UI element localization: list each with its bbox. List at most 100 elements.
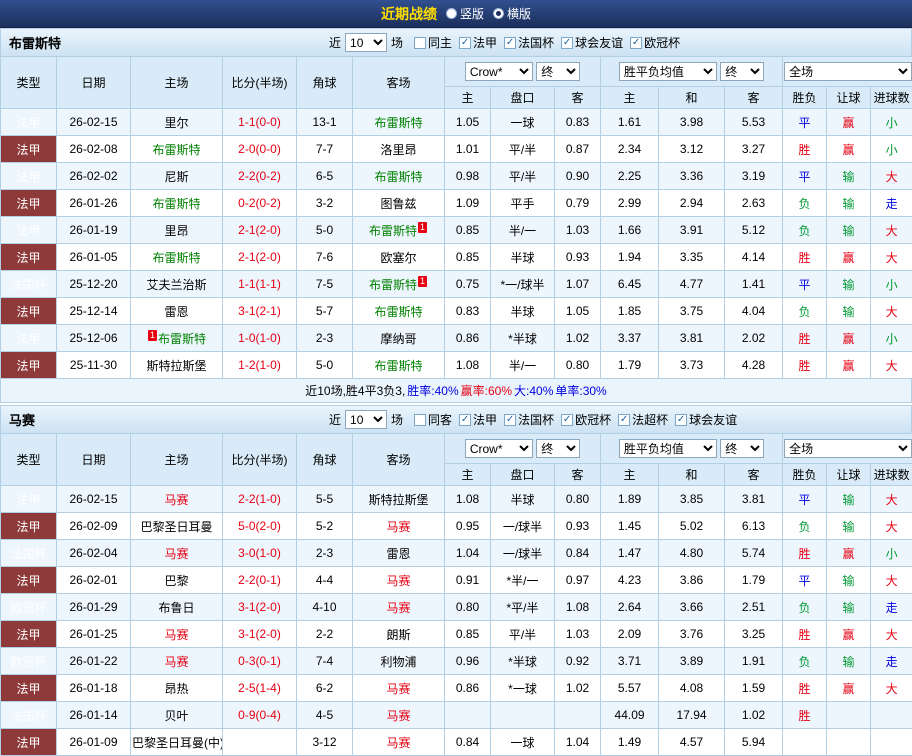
cell-date: 26-01-19 [57, 217, 131, 244]
filter-checkbox[interactable]: 欧冠杯 [561, 411, 611, 428]
home-team-link[interactable]: 布雷斯特 [158, 332, 206, 346]
cell-odds-away: 1.02 [555, 675, 601, 702]
away-team-link[interactable]: 布雷斯特 [374, 305, 422, 319]
cell-odds-handicap: 半/一 [491, 352, 555, 379]
avg-select[interactable]: 胜平负均值 [619, 439, 717, 458]
cell-home-team: 布雷斯特 [131, 190, 223, 217]
cell-odds-home: 0.85 [445, 621, 491, 648]
filter-label: 法甲 [473, 411, 497, 428]
home-team-link[interactable]: 布雷斯特 [152, 143, 200, 157]
home-team-link[interactable]: 艾夫兰治斯 [146, 278, 206, 292]
home-team-link[interactable]: 巴黎 [164, 574, 188, 588]
cell-score: 3-1(2-0) [223, 594, 297, 621]
cell-avg-draw: 3.73 [659, 352, 725, 379]
home-team-link[interactable]: 巴黎圣日耳曼 [140, 520, 212, 534]
filter-checkbox[interactable]: 球会友谊 [561, 34, 623, 51]
filter-checkbox[interactable]: 法甲 [459, 34, 497, 51]
cell-home-team: 昂热 [131, 675, 223, 702]
home-team-link[interactable]: 布鲁日 [158, 601, 194, 615]
cell-handicap-result: 输 [827, 513, 871, 540]
home-team-link[interactable]: 里昂 [164, 224, 188, 238]
match-row: 法甲 26-01-25 马赛 3-1(2-0) 2-2 朗斯 0.85 平/半 … [1, 621, 912, 648]
away-team-link[interactable]: 布雷斯特 [374, 359, 422, 373]
away-team-link[interactable]: 摩纳哥 [380, 332, 416, 346]
away-team-link[interactable]: 斯特拉斯堡 [368, 493, 428, 507]
view-mode-option[interactable]: 竖版 [446, 5, 484, 22]
away-team-link[interactable]: 马赛 [386, 709, 410, 723]
cell-handicap-result: 赢 [827, 621, 871, 648]
home-team-link[interactable]: 布雷斯特 [152, 197, 200, 211]
away-team-link[interactable]: 欧塞尔 [380, 251, 416, 265]
away-team-link[interactable]: 布雷斯特 [374, 170, 422, 184]
cell-score [223, 729, 297, 756]
home-team-link[interactable]: 马赛 [164, 547, 188, 561]
away-team-link[interactable]: 马赛 [386, 682, 410, 696]
avg-select[interactable]: 胜平负均值 [619, 62, 717, 81]
cell-avg-home: 2.99 [601, 190, 659, 217]
away-team-link[interactable]: 洛里昂 [380, 143, 416, 157]
home-team-link[interactable]: 雷恩 [164, 305, 188, 319]
scope-select[interactable]: 全场 [784, 62, 912, 81]
match-count-select[interactable]: 10 [345, 33, 387, 52]
cell-score: 0-3(0-1) [223, 648, 297, 675]
bookmaker-select[interactable]: Crow* [465, 62, 533, 81]
cell-competition-type: 法国杯 [1, 271, 57, 298]
away-team-link[interactable]: 布雷斯特 [374, 116, 422, 130]
filter-checkbox[interactable]: 法甲 [459, 411, 497, 428]
home-team-link[interactable]: 斯特拉斯堡 [146, 359, 206, 373]
home-team-link[interactable]: 布雷斯特 [152, 251, 200, 265]
cell-avg-home: 5.57 [601, 675, 659, 702]
scope-select[interactable]: 全场 [784, 439, 912, 458]
avg-final-select[interactable]: 终 [720, 62, 764, 81]
odds-final-select[interactable]: 终 [536, 62, 580, 81]
home-team-link[interactable]: 昂热 [164, 682, 188, 696]
home-team-link[interactable]: 尼斯 [164, 170, 188, 184]
col-date: 日期 [57, 57, 131, 109]
filter-checkbox[interactable]: 球会友谊 [675, 411, 737, 428]
filter-checkbox[interactable]: 法国杯 [504, 411, 554, 428]
home-team-link[interactable]: 贝叶 [164, 709, 188, 723]
home-team-link[interactable]: 马赛 [164, 655, 188, 669]
away-team-link[interactable]: 马赛 [386, 574, 410, 588]
home-team-link[interactable]: 里尔 [164, 116, 188, 130]
section-header-bar: 布雷斯特 近 10 场 同主 [0, 28, 912, 56]
filter-checkbox[interactable]: 欧冠杯 [630, 34, 680, 51]
view-mode-option[interactable]: 横版 [493, 5, 531, 22]
cell-home-team: 马赛 [131, 486, 223, 513]
filter-checkbox[interactable]: 同客 [414, 411, 452, 428]
cell-competition-type: 法甲 [1, 621, 57, 648]
avg-final-select[interactable]: 终 [720, 439, 764, 458]
cell-odds-away: 0.84 [555, 540, 601, 567]
cell-odds-away: 0.80 [555, 486, 601, 513]
cell-handicap-result: 赢 [827, 244, 871, 271]
filter-checkbox[interactable]: 法超杯 [618, 411, 668, 428]
team-section: 布雷斯特 近 10 场 同主 [0, 28, 912, 403]
cell-home-team: 雷恩 [131, 298, 223, 325]
filter-checkbox[interactable]: 同主 [414, 34, 452, 51]
cell-home-team: 里尔 [131, 109, 223, 136]
cell-odds-handicap: 一/球半 [491, 540, 555, 567]
cell-odds-away: 1.03 [555, 217, 601, 244]
away-team-link[interactable]: 布雷斯特 [369, 224, 417, 238]
away-team-link[interactable]: 马赛 [386, 520, 410, 534]
match-count-select[interactable]: 10 [345, 410, 387, 429]
away-team-link[interactable]: 利物浦 [380, 655, 416, 669]
away-team-link[interactable]: 朗斯 [386, 628, 410, 642]
home-team-link[interactable]: 巴黎圣日耳曼(中) [132, 736, 223, 750]
match-row: 法甲 26-01-05 布雷斯特 2-1(2-0) 7-6 欧塞尔 0.85 半… [1, 244, 912, 271]
home-team-link[interactable]: 马赛 [164, 628, 188, 642]
away-team-link[interactable]: 图鲁兹 [380, 197, 416, 211]
home-team-link[interactable]: 马赛 [164, 493, 188, 507]
away-team-link[interactable]: 雷恩 [386, 547, 410, 561]
bookmaker-select[interactable]: Crow* [465, 439, 533, 458]
away-team-link[interactable]: 马赛 [386, 601, 410, 615]
odds-final-select[interactable]: 终 [536, 439, 580, 458]
col-type: 类型 [1, 434, 57, 486]
scope-group-header: 全场 [783, 57, 912, 87]
cell-odds-handicap: *一球 [491, 675, 555, 702]
away-team-link[interactable]: 马赛 [386, 736, 410, 750]
away-team-link[interactable]: 布雷斯特 [369, 278, 417, 292]
cell-home-team: 艾夫兰治斯 [131, 271, 223, 298]
filter-checkbox[interactable]: 法国杯 [504, 34, 554, 51]
cell-odds-handicap: *一/球半 [491, 271, 555, 298]
